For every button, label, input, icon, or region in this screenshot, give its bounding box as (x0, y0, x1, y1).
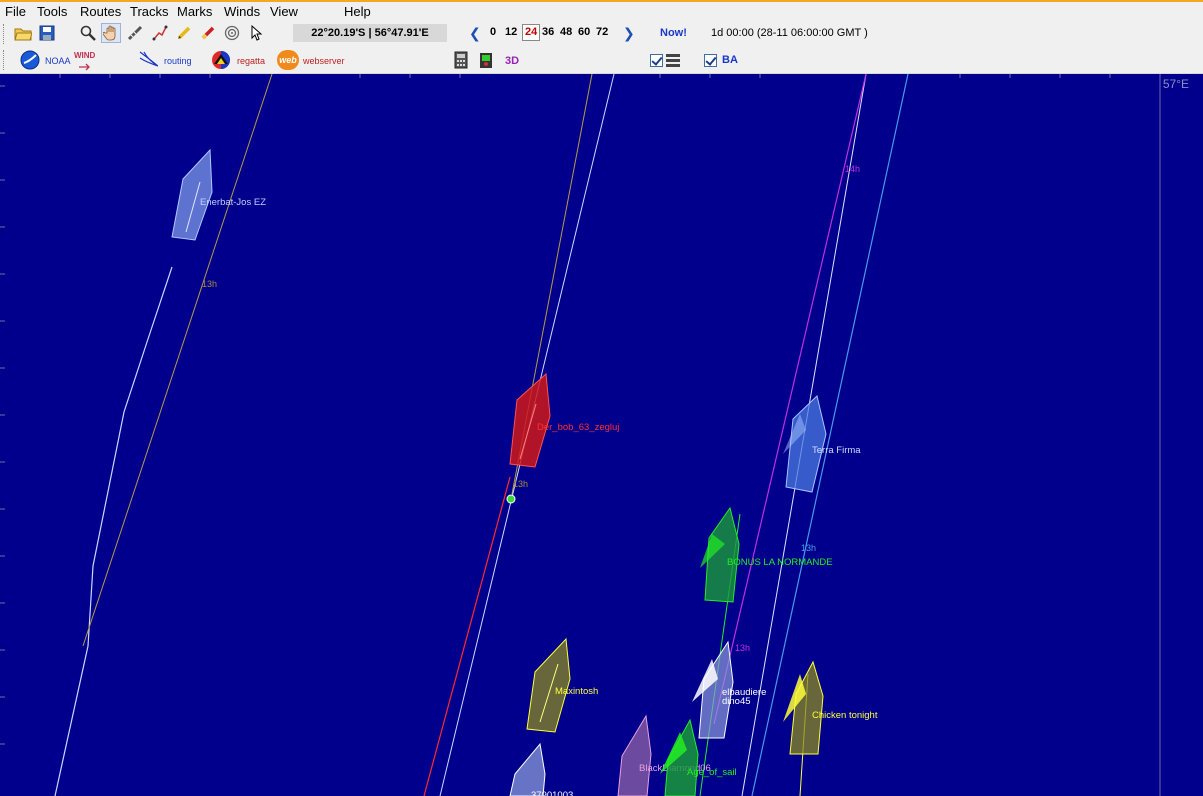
routing-icon[interactable] (138, 50, 158, 70)
hour-label-derbob: 13h (513, 479, 528, 489)
hour-button-36[interactable]: 36 (542, 26, 554, 38)
boat-label-37901003: 37901003 (531, 790, 573, 796)
boat-label-bonus: BONUS LA NORMANDE (727, 557, 833, 568)
layers-list-icon[interactable] (666, 53, 680, 67)
boat-label-enerbat: Enerbat-Jos EZ (200, 197, 266, 208)
menu-bar: File Tools Routes Tracks Marks Winds Vie… (0, 2, 1203, 21)
map-canvas[interactable]: 13h 13h 13h 14h 13h Enerbat-Jos EZ Der_b… (0, 74, 1203, 796)
map-overlay: 13h 13h 13h 14h 13h Enerbat-Jos EZ Der_b… (0, 74, 1161, 796)
ba-label[interactable]: BA (722, 54, 738, 66)
boat-label-dino45: dino45 (722, 696, 751, 707)
menu-tracks[interactable]: Tracks (130, 4, 169, 19)
hour-label-purple: 14h (845, 164, 860, 174)
now-button[interactable]: Now! (660, 27, 687, 39)
track-derbob-red (423, 476, 511, 796)
hour-label-purple-2: 13h (735, 643, 750, 653)
boat-label-chicken: Chicken tonight (812, 710, 878, 721)
boat-label-derbob: Der_bob_63_zegluj (537, 422, 619, 433)
regatta-icon[interactable] (211, 50, 231, 70)
boat-37901003[interactable]: 37901003 (509, 742, 573, 796)
menu-routes[interactable]: Routes (80, 4, 121, 19)
app-window: File Tools Routes Tracks Marks Winds Vie… (0, 0, 1203, 796)
ba-checkbox[interactable] (704, 54, 717, 67)
boat-terra-firma[interactable]: Terra Firma (783, 395, 861, 493)
hour-button-0[interactable]: 0 (490, 26, 496, 38)
noaa-icon[interactable] (20, 50, 40, 70)
routing-label[interactable]: routing (164, 56, 192, 66)
regatta-label[interactable]: regatta (237, 56, 265, 66)
previous-time-arrow-icon[interactable]: ❮ (469, 25, 481, 42)
boat-enerbat[interactable]: Enerbat-Jos EZ (171, 148, 266, 241)
main-toolbar: 22°20.19'S | 56°47.91'E ❮ 0 12 24 36 48 … (0, 21, 1203, 46)
latitude-ticks (0, 85, 5, 745)
boat-bonus-la-normande[interactable]: BONUS LA NORMANDE (700, 506, 833, 603)
track-enerbat-white (54, 266, 173, 796)
boat-label-age-of-sail: Age_of_sail (687, 767, 737, 778)
boat-maxintosh[interactable]: Maxintosh (526, 637, 598, 733)
cursor-coordinates: 22°20.19'S | 56°47.91'E (293, 24, 447, 42)
hour-button-48[interactable]: 48 (560, 26, 572, 38)
pan-hand-icon[interactable] (101, 23, 121, 43)
secondary-toolbar: NOAA WIND routing regatta web webserver … (0, 46, 1203, 74)
boat-chicken-tonight[interactable]: Chicken tonight (783, 660, 878, 755)
waypoint-marker-icon[interactable] (506, 494, 516, 504)
longitude-label: 57°E (1162, 77, 1189, 91)
webserver-badge-text: web (279, 55, 297, 65)
track-enerbat-orange (82, 74, 273, 647)
marker-icon[interactable] (198, 23, 218, 43)
open-folder-icon[interactable] (13, 23, 33, 43)
forecast-datetime: 1d 00:00 (28-11 06:00:00 GMT ) (711, 27, 868, 39)
track-purple (713, 74, 867, 725)
menu-tools[interactable]: Tools (37, 4, 67, 19)
next-time-arrow-icon[interactable]: ❯ (623, 25, 635, 42)
route-draw-icon[interactable] (150, 23, 170, 43)
boat-derbob[interactable]: Der_bob_63_zegluj (509, 372, 619, 468)
wind-label[interactable]: WIND (74, 51, 95, 60)
toolbar-grip-2[interactable] (3, 50, 7, 70)
boat-label-maxintosh: Maxintosh (555, 686, 598, 697)
webserver-label[interactable]: webserver (303, 56, 345, 66)
longitude-ticks (59, 74, 1111, 78)
3d-view-button[interactable]: 3D (505, 55, 519, 67)
wind-arrow-icon[interactable] (78, 60, 92, 71)
menu-view[interactable]: View (270, 4, 298, 19)
zoom-icon[interactable] (78, 23, 98, 43)
layer-checkbox[interactable] (650, 54, 663, 67)
target-icon[interactable] (222, 23, 242, 43)
save-icon[interactable] (37, 23, 57, 43)
webserver-icon[interactable]: web (277, 50, 299, 70)
gps-device-icon[interactable] (476, 50, 496, 70)
calculator-icon[interactable] (451, 50, 471, 70)
menu-file[interactable]: File (5, 4, 26, 19)
menu-marks[interactable]: Marks (177, 4, 212, 19)
pencil-icon[interactable] (174, 23, 194, 43)
noaa-label[interactable]: NOAA (45, 56, 71, 66)
hour-button-60[interactable]: 60 (578, 26, 590, 38)
hour-button-72[interactable]: 72 (596, 26, 608, 38)
cursor-arrow-icon[interactable] (246, 23, 266, 43)
boat-label-terra: Terra Firma (812, 445, 861, 456)
hour-button-24[interactable]: 24 (522, 24, 541, 41)
toolbar-grip[interactable] (3, 24, 7, 44)
track-cyan (751, 74, 909, 796)
hour-label-terra: 13h (801, 543, 816, 553)
ruler-icon[interactable] (125, 23, 145, 43)
boat-elbaudiere[interactable]: elbaudiere dino45 (692, 640, 766, 739)
menu-winds[interactable]: Winds (224, 4, 260, 19)
menu-help[interactable]: Help (344, 4, 371, 19)
hour-button-12[interactable]: 12 (505, 26, 517, 38)
hour-label-enerbat: 13h (202, 279, 217, 289)
